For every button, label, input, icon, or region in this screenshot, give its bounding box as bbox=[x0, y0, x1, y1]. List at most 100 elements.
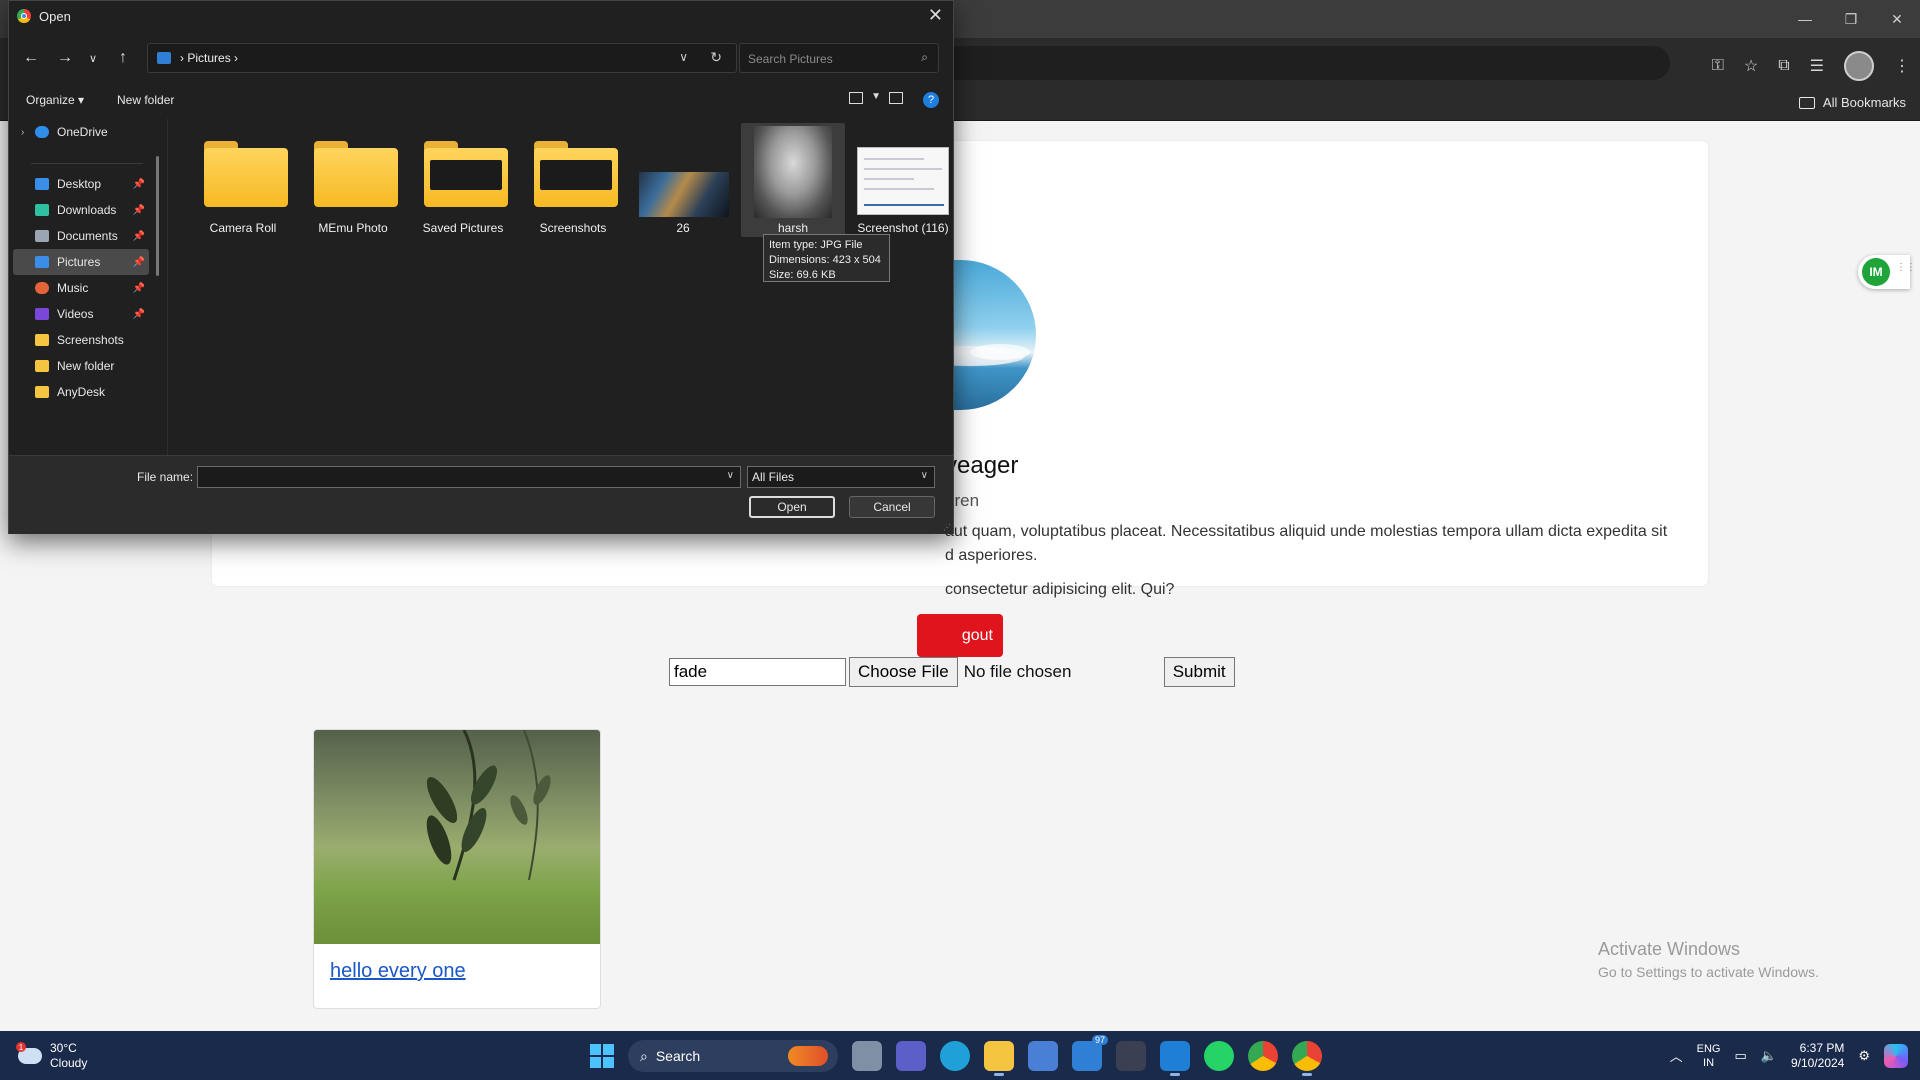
maximize-icon[interactable]: ❐ bbox=[1828, 0, 1874, 38]
choose-file-button[interactable]: Choose File bbox=[849, 657, 958, 687]
start-button[interactable] bbox=[590, 1044, 614, 1068]
search-pictures-box[interactable]: Search Pictures ⌕ bbox=[739, 43, 939, 73]
microsoft-store-icon[interactable] bbox=[1028, 1041, 1058, 1071]
chevron-down-icon: ∨ bbox=[920, 470, 928, 481]
view-mode-icon[interactable] bbox=[849, 92, 863, 104]
recent-dropdown-icon[interactable]: ∨ bbox=[89, 52, 97, 65]
dialog-title-bar: Open ✕ bbox=[9, 1, 953, 31]
taskbar-search[interactable]: ⌕ Search bbox=[628, 1040, 838, 1072]
minimize-icon[interactable]: — bbox=[1782, 0, 1828, 38]
close-icon[interactable]: ✕ bbox=[1874, 0, 1920, 38]
refresh-icon[interactable]: ↻ bbox=[710, 49, 722, 66]
folder-icon bbox=[314, 141, 398, 207]
nav-item-anydesk[interactable]: AnyDesk bbox=[13, 379, 149, 405]
file-item-26[interactable]: 26 bbox=[631, 123, 735, 237]
nav-item-desktop[interactable]: Desktop 📌 bbox=[13, 171, 149, 197]
view-dropdown-icon[interactable]: ▼ bbox=[871, 91, 881, 102]
breadcrumb[interactable]: › Pictures › bbox=[180, 51, 238, 65]
file-type-select[interactable]: All Files ∨ bbox=[747, 466, 935, 488]
davinci-resolve-icon[interactable] bbox=[1116, 1041, 1146, 1071]
up-arrow-icon[interactable]: ↑ bbox=[119, 49, 127, 67]
all-bookmarks-label: All Bookmarks bbox=[1822, 95, 1906, 110]
submit-button[interactable]: Submit bbox=[1163, 657, 1235, 687]
vscode-icon[interactable] bbox=[1160, 1041, 1190, 1076]
nav-item-pictures[interactable]: Pictures 📌 bbox=[13, 249, 149, 275]
file-item-screenshot-116[interactable]: Screenshot (116) bbox=[851, 123, 955, 237]
open-button[interactable]: Open bbox=[749, 496, 835, 518]
language-indicator[interactable]: ENG IN bbox=[1697, 1042, 1721, 1070]
clock[interactable]: 6:37 PM 9/10/2024 bbox=[1791, 1041, 1844, 1071]
file-name-label: File name: bbox=[137, 470, 194, 484]
nav-item-videos[interactable]: Videos 📌 bbox=[13, 301, 149, 327]
forward-arrow-icon[interactable]: → bbox=[57, 49, 73, 67]
breadcrumb-pictures[interactable]: Pictures bbox=[187, 51, 230, 65]
file-item-harsh[interactable]: harsh bbox=[741, 123, 845, 237]
weather-condition: Cloudy bbox=[50, 1056, 88, 1070]
region-code: IN bbox=[1703, 1056, 1715, 1069]
task-view-icon[interactable] bbox=[852, 1041, 882, 1071]
profile-avatar[interactable] bbox=[1844, 51, 1874, 81]
file-item-camera-roll[interactable]: Camera Roll bbox=[191, 123, 295, 237]
weather-widget[interactable]: 1 30°C Cloudy bbox=[16, 1041, 88, 1071]
address-bar[interactable] bbox=[940, 46, 1670, 80]
help-icon[interactable]: ? bbox=[923, 92, 939, 108]
file-label: harsh bbox=[777, 221, 809, 235]
caption-input[interactable] bbox=[669, 658, 846, 686]
copilot-icon[interactable] bbox=[1884, 1043, 1908, 1068]
nav-item-label: New folder bbox=[57, 359, 115, 373]
chevron-down-icon[interactable]: ∨ bbox=[727, 470, 734, 481]
password-key-icon[interactable]: ⚿ bbox=[1712, 57, 1724, 75]
dialog-navigation: ← → ∨ ↑ › Pictures › ∨ ↻ Search Pictures… bbox=[9, 41, 953, 77]
teams-icon[interactable] bbox=[896, 1041, 926, 1071]
volume-icon[interactable]: 🔈 bbox=[1761, 1048, 1777, 1064]
nav-item-downloads[interactable]: Downloads 📌 bbox=[13, 197, 149, 223]
expand-chevron-icon[interactable]: › bbox=[21, 127, 24, 138]
notification-icon[interactable]: ⚙ bbox=[1858, 1048, 1870, 1064]
close-icon[interactable]: ✕ bbox=[928, 5, 943, 26]
file-label: Camera Roll bbox=[209, 221, 277, 235]
post-image-leaves bbox=[426, 730, 551, 881]
nav-item-documents[interactable]: Documents 📌 bbox=[13, 223, 149, 249]
post-title-link[interactable]: hello every one bbox=[330, 960, 466, 983]
network-icon[interactable]: ▭ bbox=[1734, 1048, 1746, 1064]
chevron-up-icon[interactable]: ︿ bbox=[1670, 1046, 1683, 1065]
menu-kebab-icon[interactable]: ⋮ bbox=[1894, 56, 1910, 76]
drag-handle-icon[interactable]: ⋮⋮ bbox=[1896, 263, 1916, 273]
navigation-pane: › OneDrive Desktop 📌 Downloads 📌 Documen… bbox=[9, 119, 167, 455]
address-path[interactable]: › Pictures › ∨ ↻ bbox=[147, 43, 737, 73]
extensions-icon[interactable]: ⧉ bbox=[1778, 57, 1789, 75]
file-explorer-icon[interactable] bbox=[984, 1041, 1014, 1076]
mail-icon[interactable]: 97 bbox=[1072, 1035, 1108, 1071]
floating-extension-button[interactable]: IM ⋮⋮ bbox=[1858, 255, 1916, 289]
windows-taskbar: 1 30°C Cloudy ⌕ Search 97 ︿ ENG IN ▭ 🔈 6… bbox=[0, 1031, 1920, 1080]
chrome-icon[interactable] bbox=[1248, 1041, 1278, 1071]
nav-item-music[interactable]: Music 📌 bbox=[13, 275, 149, 301]
file-item-saved-pictures[interactable]: Saved Pictures bbox=[411, 123, 515, 237]
back-arrow-icon[interactable]: ← bbox=[23, 49, 39, 67]
nav-item-label: Documents bbox=[57, 229, 118, 243]
music-icon bbox=[35, 282, 49, 294]
file-item-memu-photo[interactable]: MEmu Photo bbox=[301, 123, 405, 237]
preview-pane-icon[interactable] bbox=[889, 92, 903, 104]
nav-scrollbar[interactable] bbox=[156, 156, 159, 276]
chrome-profile-icon[interactable] bbox=[1292, 1041, 1322, 1076]
logout-button[interactable]: gout bbox=[917, 614, 1003, 657]
file-item-screenshots[interactable]: Screenshots bbox=[521, 123, 625, 237]
all-bookmarks-button[interactable]: All Bookmarks bbox=[1798, 95, 1906, 110]
bookmark-star-icon[interactable]: ☆ bbox=[1744, 56, 1758, 76]
nav-item-screenshots[interactable]: Screenshots bbox=[13, 327, 149, 353]
edge-icon[interactable] bbox=[940, 1041, 970, 1071]
nav-item-label: Desktop bbox=[57, 177, 102, 191]
image-thumbnail bbox=[754, 126, 832, 218]
reading-list-icon[interactable]: ☰ bbox=[1810, 56, 1824, 76]
cancel-button[interactable]: Cancel bbox=[849, 496, 935, 518]
whatsapp-icon[interactable] bbox=[1204, 1041, 1234, 1071]
organize-menu[interactable]: Organize ▾ bbox=[26, 93, 84, 107]
new-folder-button[interactable]: New folder bbox=[117, 93, 174, 107]
resize-grip-icon[interactable]: ⋰ bbox=[943, 523, 951, 532]
nav-item-new-folder[interactable]: New folder bbox=[13, 353, 149, 379]
nav-item-label: OneDrive bbox=[57, 125, 108, 139]
nav-item-onedrive[interactable]: › OneDrive bbox=[13, 119, 149, 145]
file-name-input[interactable]: ∨ bbox=[197, 466, 741, 488]
path-dropdown-icon[interactable]: ∨ bbox=[679, 50, 688, 64]
